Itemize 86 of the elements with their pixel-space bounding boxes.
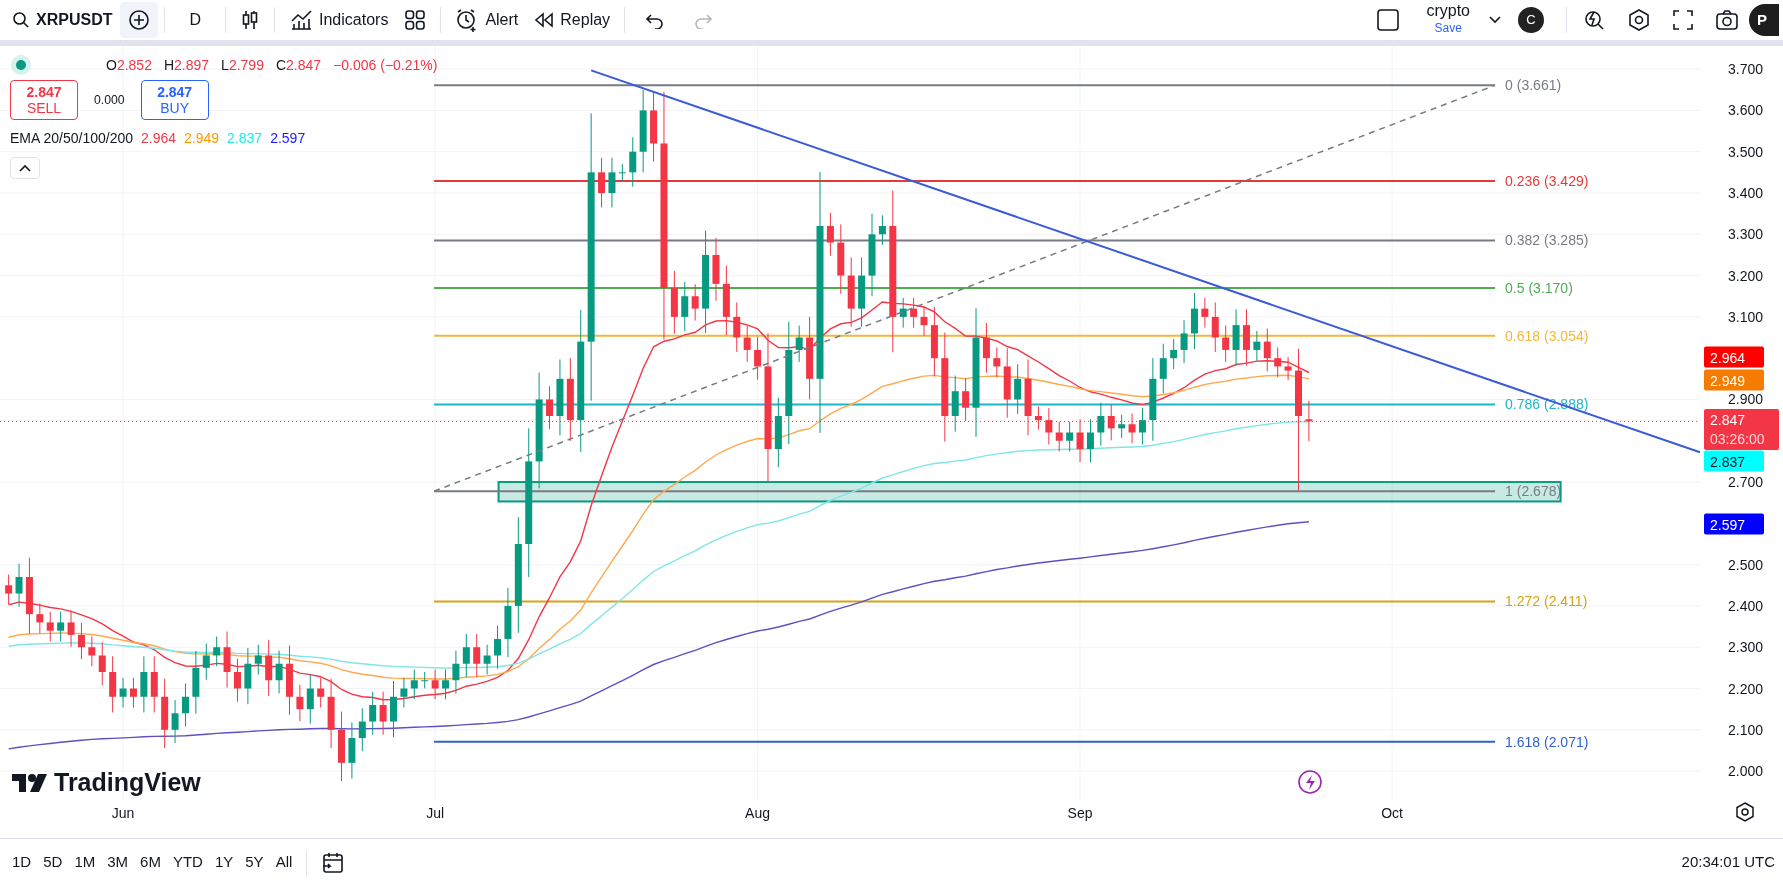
fibonacci-level-label: 1.618 (2.071) xyxy=(1505,733,1589,750)
avatar[interactable]: C xyxy=(1518,7,1544,33)
replay-button[interactable]: Replay xyxy=(526,4,619,36)
fibonacci-level-label: 1.272 (2.411) xyxy=(1505,593,1588,610)
timeframe-button[interactable]: YTD xyxy=(168,849,207,876)
price-axis-label: 3.700 xyxy=(1728,61,1764,78)
indicator-value: 2.837 xyxy=(227,129,263,148)
compare-button[interactable] xyxy=(120,2,159,38)
collapse-legend-button[interactable] xyxy=(10,157,40,179)
timeframe-button[interactable]: 1M xyxy=(70,849,100,876)
redo-arrow-icon xyxy=(693,11,714,29)
price-axis-label: 2.400 xyxy=(1728,597,1764,614)
indicator-price-label: 2.964 xyxy=(1704,346,1764,368)
price-axis-label: 2.700 xyxy=(1728,474,1764,491)
plus-circle-icon xyxy=(128,9,151,31)
lightning-icon[interactable] xyxy=(1298,770,1322,794)
timeframe-button[interactable]: 5Y xyxy=(241,849,268,876)
utc-clock[interactable]: 20:34:01 UTC xyxy=(1681,851,1775,874)
price-axis-label: 3.600 xyxy=(1728,102,1764,119)
fibonacci-level-label: 0 (3.661) xyxy=(1505,77,1562,94)
search-icon xyxy=(12,11,30,29)
indicator-price-label: 2.837 xyxy=(1704,450,1764,472)
timeframe-button[interactable]: 1Y xyxy=(210,849,238,876)
fibonacci-level-label: 0.382 (3.285) xyxy=(1505,232,1589,249)
chevron-down-icon[interactable] xyxy=(1488,15,1502,25)
price-axis-label: 3.300 xyxy=(1728,226,1764,243)
fibonacci-level-label: 0.5 (3.170) xyxy=(1505,279,1573,296)
sell-button[interactable]: 2.847 SELL xyxy=(10,80,78,120)
price-axis-label: 2.900 xyxy=(1728,391,1764,408)
indicator-price-label: 2.597 xyxy=(1704,513,1764,535)
ohlc-value: O2.852 xyxy=(106,55,152,75)
price-axis-label: 3.100 xyxy=(1728,308,1764,325)
indicator-price-label: 2.949 xyxy=(1704,369,1764,391)
spread-value: 0.000 xyxy=(94,91,125,109)
save-link[interactable]: Save xyxy=(1434,19,1462,37)
calendar-icon xyxy=(321,850,346,875)
indicator-value: 2.949 xyxy=(184,129,220,148)
bar-chart-icon xyxy=(289,9,313,31)
chevron-up-icon xyxy=(19,164,31,172)
price-axis-label: 3.500 xyxy=(1728,143,1764,160)
fibonacci-level-label: 0.618 (3.054) xyxy=(1505,327,1589,344)
camera-icon xyxy=(1715,8,1739,32)
date-axis-label: Aug xyxy=(745,805,771,821)
price-axis-label: 3.200 xyxy=(1728,267,1764,284)
settings-icon[interactable] xyxy=(1736,802,1754,822)
symbol-search-button[interactable]: XRPUSDT xyxy=(4,4,121,36)
ohlc-value: L2.799 xyxy=(221,55,264,75)
logo-text: TradingView xyxy=(54,767,201,798)
price-axis-label: 2.000 xyxy=(1728,763,1764,780)
alert-button[interactable]: Alert xyxy=(447,4,527,36)
timeframe-button[interactable]: 5D xyxy=(39,849,67,876)
date-axis-label: Jul xyxy=(426,805,445,821)
date-axis-label: Oct xyxy=(1381,805,1403,821)
indicators-button[interactable]: Indicators xyxy=(281,4,397,36)
ohlc-value: C2.847 xyxy=(275,55,322,75)
timeframe-button[interactable]: 6M xyxy=(136,849,165,876)
fibonacci-level-label: 0.236 (3.429) xyxy=(1505,173,1589,190)
profile-button[interactable]: P xyxy=(1749,4,1779,36)
timeframe-button[interactable]: All xyxy=(271,849,297,876)
buy-button[interactable]: 2.847 BUY xyxy=(140,80,209,120)
indicator-value: 2.964 xyxy=(141,129,177,148)
fullscreen-icon xyxy=(1671,8,1695,32)
price-axis-label: 2.300 xyxy=(1728,639,1764,656)
square-icon xyxy=(1376,8,1401,32)
indicator-name[interactable]: EMA 20/50/100/200 xyxy=(10,128,133,149)
indicator-value: 2.597 xyxy=(270,129,306,148)
status-dot-icon xyxy=(10,54,32,76)
price-axis-label: 3.400 xyxy=(1728,185,1764,201)
layout-name[interactable]: crypto xyxy=(1426,3,1470,19)
rewind-icon xyxy=(534,11,555,29)
timeframe-button[interactable]: 3M xyxy=(103,849,133,876)
price-change: −0.006 (−0.21%) xyxy=(333,55,438,75)
grid-icon xyxy=(404,9,427,31)
current-price-label: 2.847 03:26:00 xyxy=(1704,409,1779,450)
candlestick-icon xyxy=(240,9,260,31)
interval-button[interactable]: D xyxy=(171,4,219,36)
logo-icon xyxy=(12,771,48,794)
timeframe-button[interactable]: 1D xyxy=(8,849,36,876)
ohlc-value: H2.897 xyxy=(163,55,210,75)
date-axis-label: Jun xyxy=(111,805,135,821)
undo-arrow-icon xyxy=(645,11,666,29)
settings-icon xyxy=(1627,8,1651,32)
price-axis-label: 2.500 xyxy=(1728,556,1764,573)
price-axis-label: 2.200 xyxy=(1728,680,1764,697)
price-axis-label: 2.100 xyxy=(1728,721,1764,738)
date-axis-label: Sep xyxy=(1067,805,1093,821)
